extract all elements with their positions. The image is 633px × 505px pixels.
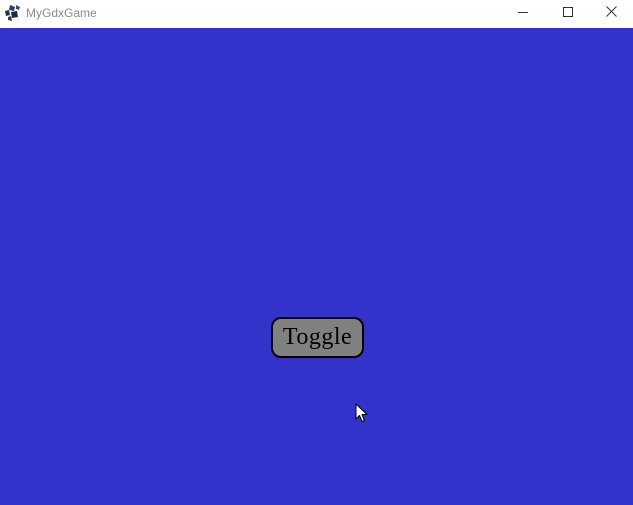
maximize-icon <box>562 4 573 22</box>
minimize-button[interactable] <box>500 0 545 26</box>
title-bar[interactable]: MyGdxGame <box>0 0 633 28</box>
game-canvas[interactable] <box>0 28 633 505</box>
maximize-button[interactable] <box>545 0 590 26</box>
app-window: MyGdxGame Toggle <box>0 0 633 505</box>
close-icon <box>606 4 617 22</box>
window-title: MyGdxGame <box>26 6 97 20</box>
toggle-button[interactable]: Toggle <box>271 317 364 358</box>
libgdx-logo-icon <box>5 5 21 21</box>
close-button[interactable] <box>590 0 633 26</box>
minimize-icon <box>517 4 528 22</box>
